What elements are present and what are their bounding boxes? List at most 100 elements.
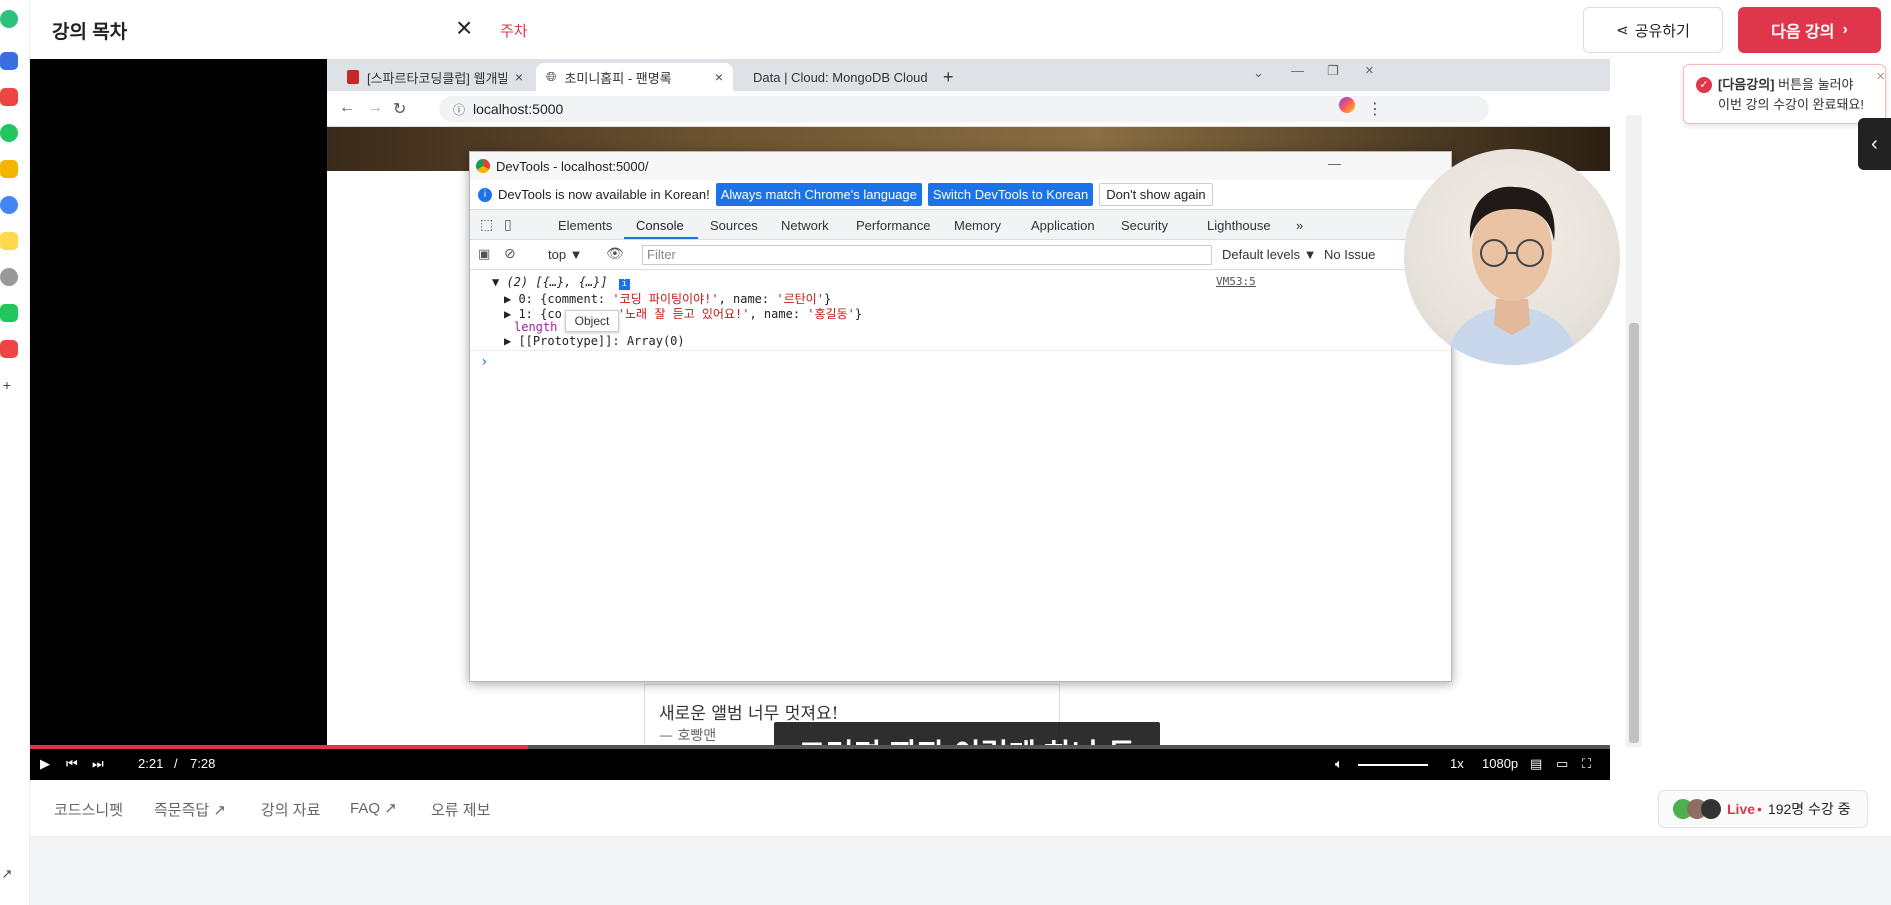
now-app-icon[interactable]: [0, 340, 18, 358]
console-output[interactable]: ▼ (2) [{…}, {…}] i VM53:5 ▶ 0: {comment:…: [470, 270, 1451, 683]
close-icon[interactable]: ×: [456, 14, 472, 42]
restore-icon[interactable]: ❐: [1327, 63, 1339, 79]
tab-sources[interactable]: Sources: [710, 218, 758, 233]
bookmark-icon: [347, 70, 359, 84]
prototype-row[interactable]: ▶ [[Prototype]]: Array(0): [504, 334, 685, 348]
dont-show-button[interactable]: Don't show again: [1099, 183, 1213, 206]
filter-input[interactable]: Filter: [642, 245, 1212, 265]
lower-content-area: [30, 837, 1891, 905]
forward-icon[interactable]: →: [367, 99, 383, 117]
toc-title: 강의 목차: [52, 22, 128, 43]
levels-select[interactable]: Default levels ▼: [1222, 247, 1317, 262]
chevron-down-icon[interactable]: ⌄: [1253, 65, 1264, 81]
avatar-app-icon[interactable]: [0, 268, 18, 286]
clear-console-icon[interactable]: ⊘: [504, 245, 516, 262]
video-player[interactable]: [스파르타코딩클럽] 웹개발 종합 × 🌐︎ 초미니홈피 - 팬명록 × Dat…: [30, 59, 1642, 782]
green-circle-app-icon[interactable]: [0, 10, 18, 28]
tab-code-snippet[interactable]: 코드스니펫: [54, 799, 123, 820]
tab-performance[interactable]: Performance: [856, 218, 930, 233]
scrollbar-thumb[interactable]: [1629, 323, 1639, 743]
notes-app-icon[interactable]: [0, 232, 18, 250]
pip-icon[interactable]: ▭: [1556, 756, 1568, 772]
previous-icon[interactable]: ⏮︎: [66, 756, 78, 772]
external-link-icon: ↗: [213, 802, 226, 819]
app-sidebar: + ↗: [0, 0, 30, 905]
duration: 7:28: [190, 756, 216, 771]
inspect-icon[interactable]: ⬚: [480, 216, 493, 233]
translate-app-icon[interactable]: [0, 196, 18, 214]
star-app-icon[interactable]: [0, 160, 18, 178]
console-array-summary[interactable]: ▼ (2) [{…}, {…}] i: [492, 275, 630, 290]
tab-console[interactable]: Console: [636, 218, 684, 233]
tab-materials[interactable]: 강의 자료: [261, 799, 320, 820]
console-row-1[interactable]: ▶ 1: {co '노래 잘 듣고 있어요!', name: '홍길동'}: [504, 305, 862, 322]
next-label: 다음 강의: [1771, 24, 1835, 41]
player-controls: ▶ ⏮︎ ⏭︎ 2:21 / 7:28 🔈︎ 1x 1080p ▤ ▭ ⛶: [30, 749, 1610, 780]
reload-icon[interactable]: ↻: [393, 99, 406, 119]
browser-tab[interactable]: Data | Cloud: MongoDB Cloud ×: [735, 63, 931, 91]
fullscreen-icon[interactable]: ⛶: [1582, 756, 1591, 772]
active-tab-indicator: [624, 237, 698, 239]
quality-button[interactable]: 1080p: [1482, 756, 1518, 771]
info-icon: i: [478, 187, 492, 202]
external-link-icon[interactable]: ↗: [0, 866, 14, 884]
instructor-figure: [1444, 186, 1580, 365]
eye-icon[interactable]: 👁︎: [606, 245, 624, 262]
devtools-window[interactable]: DevTools - localhost:5000/ — i DevTools …: [469, 151, 1452, 682]
chevron-right-icon: ›: [1842, 21, 1848, 38]
lecture-tabs: 코드스니펫 즉문즉답 ↗ 강의 자료 FAQ ↗ 오류 제보: [30, 780, 1891, 837]
console-prompt[interactable]: ›: [480, 354, 488, 370]
volume-icon[interactable]: 🔈︎: [1335, 756, 1343, 772]
tab-faq[interactable]: FAQ ↗: [350, 799, 397, 817]
current-time: 2:21: [138, 756, 164, 771]
volume-slider[interactable]: [1358, 764, 1428, 766]
close-icon[interactable]: ×: [1876, 67, 1885, 87]
tab-report-error[interactable]: 오류 제보: [431, 799, 490, 820]
instructor-webcam: [1404, 149, 1620, 365]
speed-button[interactable]: 1x: [1450, 756, 1464, 771]
tab-elements[interactable]: Elements: [558, 218, 612, 233]
captions-icon[interactable]: ▤: [1530, 756, 1542, 772]
tab-security[interactable]: Security: [1121, 218, 1168, 233]
extension-icon[interactable]: [1339, 97, 1355, 113]
pocket-app-icon[interactable]: [0, 88, 18, 106]
back-icon[interactable]: ←: [339, 99, 355, 117]
external-link-icon: ↗: [384, 800, 397, 817]
briefcase-app-icon[interactable]: [0, 52, 18, 70]
close-tab-icon[interactable]: ×: [515, 69, 523, 85]
new-tab-button[interactable]: +: [933, 63, 963, 91]
url-input[interactable]: ⓘ localhost:5000: [439, 96, 1489, 122]
tab-qna[interactable]: 즉문즉답 ↗: [154, 799, 226, 820]
menu-dots-icon[interactable]: ⋮: [1367, 99, 1383, 119]
device-toggle-icon[interactable]: ▯: [504, 216, 512, 233]
next-lecture-button[interactable]: 다음 강의 ›: [1738, 7, 1881, 53]
issues-button[interactable]: No Issue: [1324, 247, 1375, 262]
close-tab-icon[interactable]: ×: [715, 69, 723, 85]
share-button[interactable]: ⋖ 공유하기: [1583, 7, 1723, 53]
tab-memory[interactable]: Memory: [954, 218, 1001, 233]
window-close-icon[interactable]: ×: [1365, 62, 1374, 79]
match-language-button[interactable]: Always match Chrome's language: [715, 183, 922, 206]
switch-korean-button[interactable]: Switch DevTools to Korean: [927, 183, 1094, 206]
minimize-icon[interactable]: —: [1328, 156, 1341, 171]
tab-network[interactable]: Network: [781, 218, 829, 233]
context-select[interactable]: top ▼: [548, 247, 583, 262]
add-app-icon[interactable]: +: [0, 377, 14, 395]
more-tabs-icon[interactable]: »: [1296, 218, 1303, 233]
tab-application[interactable]: Application: [1031, 218, 1095, 233]
browser-tab-active[interactable]: 🌐︎ 초미니홈피 - 팬명록 ×: [536, 63, 733, 91]
play-app-icon[interactable]: [0, 124, 18, 142]
play-icon[interactable]: ▶: [40, 756, 50, 772]
browser-tab[interactable]: [스파르타코딩클럽] 웹개발 종합 ×: [337, 63, 533, 91]
next-icon[interactable]: ⏭︎: [92, 756, 104, 772]
live-viewers-badge: Live • 192명 수강 중: [1658, 790, 1868, 828]
source-link[interactable]: VM53:5: [1216, 275, 1256, 288]
sidebar-collapse-button[interactable]: ‹: [1858, 118, 1891, 170]
check-icon: ✓: [1696, 77, 1712, 93]
length-property: length: [514, 320, 558, 334]
minimize-icon[interactable]: —: [1291, 63, 1304, 78]
tab-lighthouse[interactable]: Lighthouse: [1207, 218, 1271, 233]
object-tooltip: Object: [565, 310, 619, 332]
talk-app-icon[interactable]: [0, 304, 18, 322]
sidebar-toggle-icon[interactable]: ▣: [478, 246, 490, 262]
